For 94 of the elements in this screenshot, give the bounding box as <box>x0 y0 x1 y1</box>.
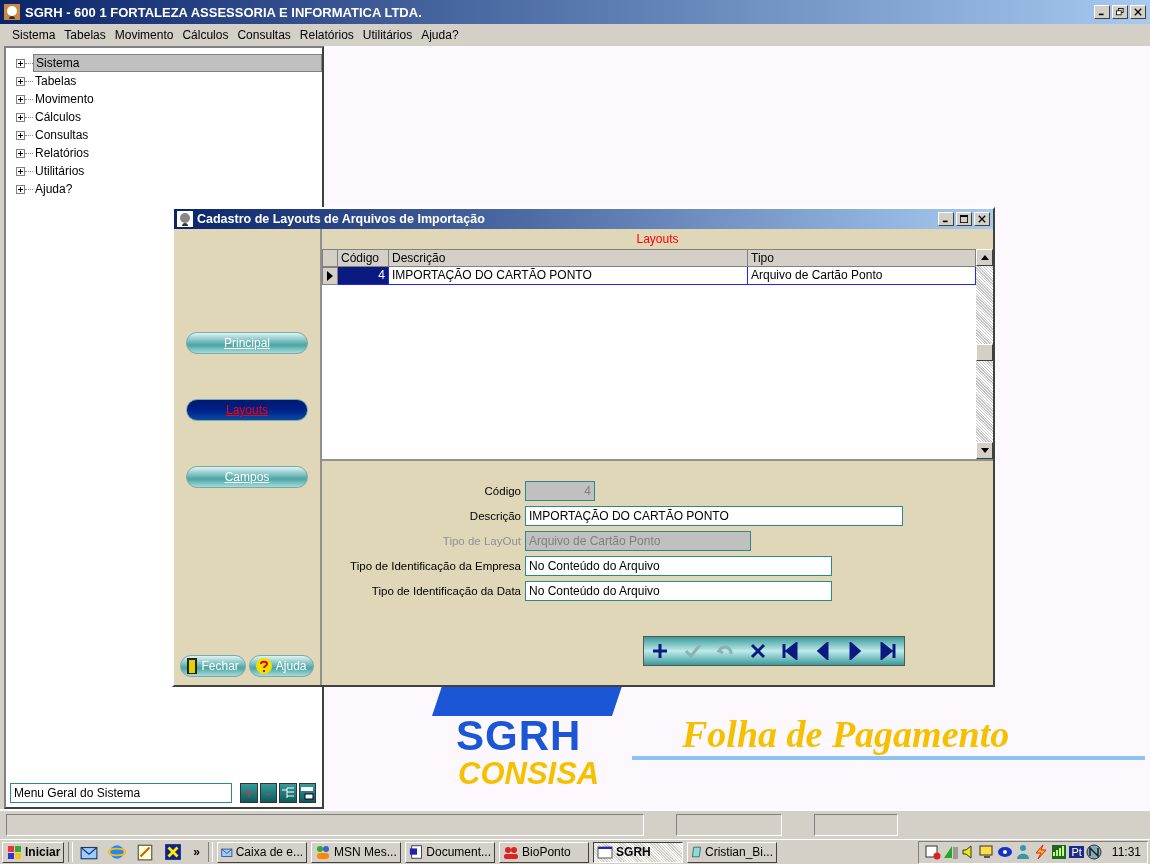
menu-item[interactable]: Relatórios <box>299 28 354 42</box>
close-button[interactable] <box>1130 5 1146 19</box>
scroll-down-icon <box>980 448 989 453</box>
window-icon <box>597 844 614 860</box>
input-field[interactable]: No Conteúdo do Arquivo <box>525 556 832 576</box>
table-cell: 4 <box>338 267 389 285</box>
taskbar-button[interactable]: Caixa de e... <box>217 841 308 863</box>
scrollbar-thumb[interactable] <box>976 344 993 361</box>
field-label: Tipo de LayOut <box>441 535 521 547</box>
menu-item[interactable]: Movimento <box>114 28 174 42</box>
people-icon <box>315 844 332 860</box>
collapse-tree-button[interactable] <box>279 783 297 803</box>
expand-icon[interactable] <box>16 112 25 122</box>
notebook-icon <box>691 844 702 860</box>
confirm-icon <box>683 642 702 660</box>
tree-item[interactable]: Sistema <box>33 54 322 72</box>
tree-item[interactable]: Utilitários <box>33 163 87 179</box>
minimize-button[interactable] <box>938 212 954 226</box>
outline-icon <box>280 786 295 800</box>
table-cell: IMPORTAÇÃO DO CARTÃO PONTO <box>389 267 748 285</box>
expand-icon[interactable] <box>16 148 25 158</box>
document-icon <box>409 844 424 860</box>
field-label: Descrição <box>468 510 521 522</box>
notepad-icon[interactable] <box>136 843 155 861</box>
expand-icon[interactable] <box>16 94 25 104</box>
menu-item[interactable]: Ajuda? <box>421 28 459 42</box>
close-icon <box>1134 8 1142 16</box>
expand-icon[interactable] <box>16 76 25 86</box>
expand-icon[interactable] <box>16 58 25 68</box>
first-icon <box>781 642 800 660</box>
input-field[interactable]: No Conteúdo do Arquivo <box>525 581 832 601</box>
app-icon[interactable] <box>164 843 183 861</box>
clock: 11:31 <box>1111 845 1141 859</box>
delete-icon <box>748 642 767 660</box>
close-icon <box>978 215 986 223</box>
help-icon <box>255 658 272 674</box>
menu-item[interactable]: Utilitários <box>362 28 413 42</box>
door-icon <box>187 658 198 674</box>
menu-item[interactable]: Tabelas <box>64 28 106 42</box>
menu-item[interactable]: Sistema <box>12 28 56 42</box>
restore-button[interactable] <box>1112 5 1128 19</box>
calendar-icon[interactable] <box>925 844 942 860</box>
expand-icon[interactable] <box>16 130 25 140</box>
globe-icon[interactable] <box>1085 844 1102 860</box>
close-button[interactable] <box>974 212 990 226</box>
app-icon <box>4 4 20 20</box>
taskbar-button[interactable]: Cristian_Bi... <box>687 841 778 863</box>
expand-icon[interactable] <box>16 184 25 194</box>
row-pointer-icon <box>327 271 333 281</box>
column-header[interactable]: Descrição <box>389 249 748 267</box>
maximize-icon <box>960 215 968 223</box>
tree-item[interactable]: Relatórios <box>33 145 92 161</box>
tree-item[interactable]: Cálculos <box>33 109 84 125</box>
menu-filter-field[interactable]: Menu Geral do Sistema <box>10 783 233 803</box>
taskbar-button[interactable]: SGRH <box>593 841 684 863</box>
column-header[interactable]: Tipo <box>748 249 976 267</box>
field-label: Tipo de Identificação da Empresa <box>349 560 521 572</box>
app-icon <box>177 211 193 227</box>
last-icon <box>878 642 897 660</box>
taskbar-button[interactable]: BioPonto <box>499 841 590 863</box>
taskbar-button[interactable]: Document... <box>405 841 496 863</box>
people-icon <box>503 844 520 860</box>
minimize-button[interactable] <box>1094 5 1110 19</box>
signal-icon[interactable] <box>1051 844 1068 860</box>
table-caption: Layouts <box>322 229 993 249</box>
field-label: Tipo de Identificação da Data <box>370 585 521 597</box>
menu-item[interactable]: Cálculos <box>182 28 229 42</box>
eye-icon[interactable] <box>997 844 1014 860</box>
table-cell: Arquivo de Cartão Ponto <box>748 267 976 285</box>
input-field[interactable]: IMPORTAÇÃO DO CARTÃO PONTO <box>525 506 903 526</box>
dialog-title: Cadastro de Layouts de Arquivos de Importação <box>197 212 486 226</box>
monitor-icon[interactable] <box>979 844 996 860</box>
add-icon <box>651 642 670 660</box>
expand-tree-button[interactable] <box>298 783 316 803</box>
lightning-icon[interactable] <box>1033 844 1050 860</box>
menu-item[interactable]: Consultas <box>237 28 291 42</box>
taskbar-button[interactable]: MSN Mes... <box>311 841 402 863</box>
windows-logo-icon <box>6 845 22 859</box>
scroll-up-icon <box>980 255 989 260</box>
scrollbar[interactable] <box>976 249 993 459</box>
tree-item[interactable]: Consultas <box>33 127 91 143</box>
logo-tagline: Folha de Pagamento <box>682 712 1010 756</box>
expand-icon[interactable] <box>16 166 25 176</box>
tree-item[interactable]: Tabelas <box>33 73 79 89</box>
start-button[interactable]: Iniciar <box>2 841 65 863</box>
more-button[interactable]: » <box>189 845 205 859</box>
window-title: SGRH - 600 1 FORTALEZA ASSESSORIA E INFORMATICA LTDA. <box>25 4 423 20</box>
field-label: Código <box>483 485 521 497</box>
tree-item[interactable]: Ajuda? <box>33 181 75 197</box>
language-indicator[interactable]: Pt <box>1069 846 1084 858</box>
tree-item[interactable]: Movimento <box>33 91 96 107</box>
maximize-button[interactable] <box>956 212 972 226</box>
restore-icon <box>1116 8 1124 16</box>
outline-icon <box>300 786 315 800</box>
